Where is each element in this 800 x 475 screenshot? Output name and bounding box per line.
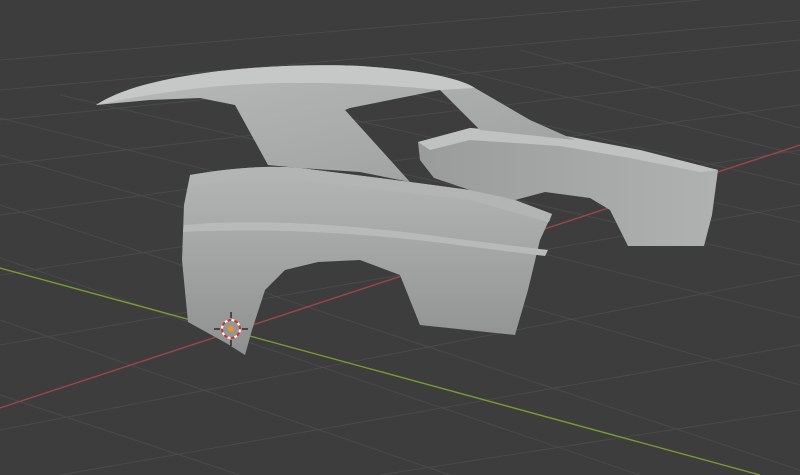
viewport-canvas[interactable] [0,0,800,475]
3d-viewport[interactable] [0,0,800,475]
car-body-shell[interactable] [96,65,718,355]
y-axis-line [0,267,761,475]
